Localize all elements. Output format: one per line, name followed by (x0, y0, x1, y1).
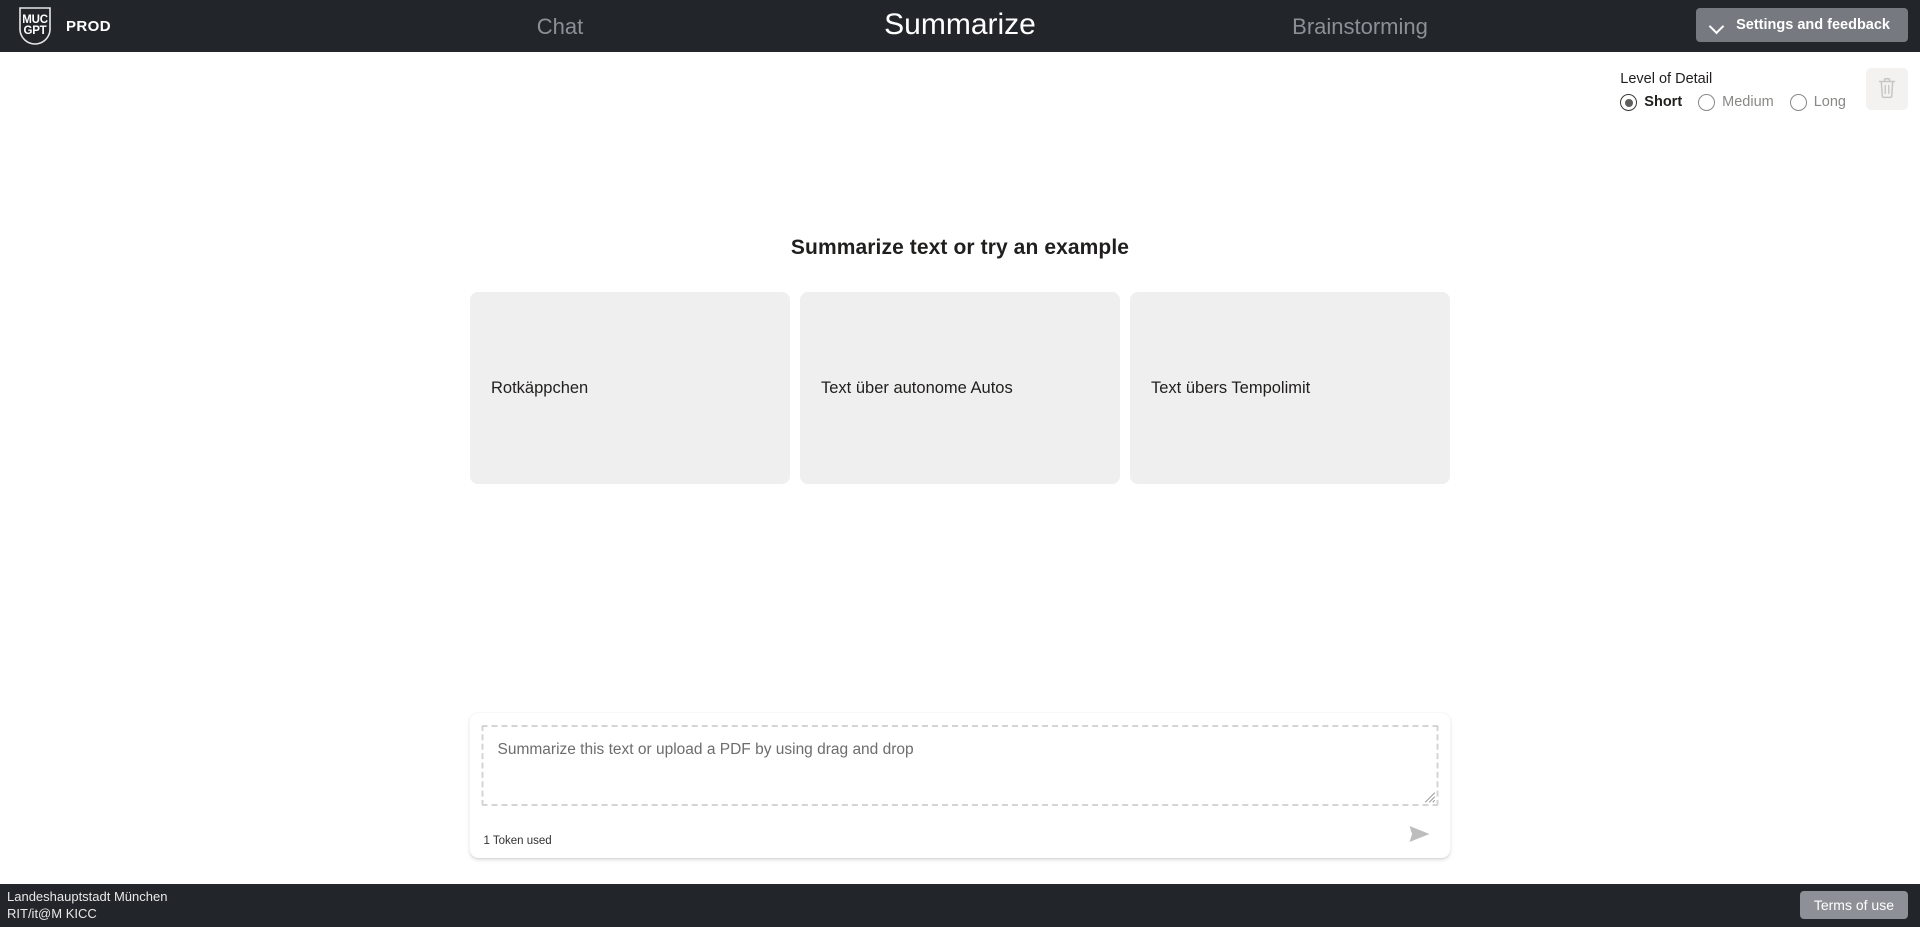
input-card: Summarize this text or upload a PDF by u… (470, 713, 1451, 858)
trash-icon (1876, 76, 1898, 103)
send-button[interactable] (1407, 824, 1433, 846)
level-of-detail-bar: Level of Detail Short Medium Long (1620, 68, 1908, 111)
example-card-title: Text übers Tempolimit (1151, 379, 1310, 397)
nav-item-chat[interactable]: Chat (360, 1, 760, 53)
level-of-detail-radiogroup: Short Medium Long (1620, 94, 1856, 111)
example-card-autonome-autos[interactable]: Text über autonome Autos (800, 292, 1120, 484)
hero-section: Summarize text or try an example Rotkäpp… (0, 236, 1920, 484)
send-arrow-icon (1407, 823, 1433, 848)
token-counter: 1 Token used (484, 834, 552, 848)
radio-mark-short (1620, 94, 1637, 111)
radio-label-long: Long (1814, 94, 1846, 111)
radio-mark-long (1790, 94, 1807, 111)
environment-badge: PROD (66, 18, 111, 35)
chevron-down-icon (1710, 21, 1724, 30)
level-of-detail-group: Level of Detail Short Medium Long (1620, 68, 1856, 111)
radio-option-medium[interactable]: Medium (1698, 94, 1784, 111)
app-header: MUC GPT PROD Chat Summarize Brainstormin… (0, 0, 1920, 52)
radio-option-short[interactable]: Short (1620, 94, 1692, 111)
text-dropzone[interactable]: Summarize this text or upload a PDF by u… (482, 725, 1439, 806)
footer-line-2: RIT/it@M KICC (7, 906, 167, 922)
resize-handle-icon[interactable] (1422, 789, 1436, 803)
radio-label-short: Short (1644, 94, 1682, 111)
example-card-title: Rotkäppchen (491, 379, 588, 397)
example-card-tempolimit[interactable]: Text übers Tempolimit (1130, 292, 1450, 484)
summarize-input-placeholder: Summarize this text or upload a PDF by u… (498, 740, 1423, 760)
nav-item-brainstorming[interactable]: Brainstorming (1160, 1, 1560, 53)
radio-option-long[interactable]: Long (1790, 94, 1856, 111)
app-footer: Landeshauptstadt München RIT/it@M KICC T… (0, 884, 1920, 927)
main-nav: Chat Summarize Brainstorming (0, 0, 1920, 52)
terms-of-use-button[interactable]: Terms of use (1800, 891, 1908, 919)
level-of-detail-label: Level of Detail (1620, 70, 1856, 88)
app-root: MUC GPT PROD Chat Summarize Brainstormin… (0, 0, 1920, 927)
example-card-rotkaeppchen[interactable]: Rotkäppchen (470, 292, 790, 484)
input-footer: 1 Token used (482, 806, 1439, 848)
clear-button[interactable] (1866, 68, 1908, 110)
example-card-list: Rotkäppchen Text über autonome Autos Tex… (470, 292, 1450, 484)
footer-org-info: Landeshauptstadt München RIT/it@M KICC (7, 889, 167, 922)
example-card-title: Text über autonome Autos (821, 379, 1013, 397)
shield-logo-icon: MUC GPT (18, 6, 52, 46)
settings-and-feedback-button[interactable]: Settings and feedback (1696, 8, 1908, 42)
brand: MUC GPT PROD (18, 6, 111, 46)
radio-mark-medium (1698, 94, 1715, 111)
page-body: Level of Detail Short Medium Long (0, 52, 1920, 884)
nav-item-summarize[interactable]: Summarize (760, 0, 1160, 51)
settings-button-label: Settings and feedback (1736, 17, 1890, 33)
radio-label-medium: Medium (1722, 94, 1774, 111)
input-area: Summarize this text or upload a PDF by u… (470, 713, 1451, 858)
footer-line-1: Landeshauptstadt München (7, 889, 167, 905)
page-title: Summarize text or try an example (791, 236, 1129, 260)
